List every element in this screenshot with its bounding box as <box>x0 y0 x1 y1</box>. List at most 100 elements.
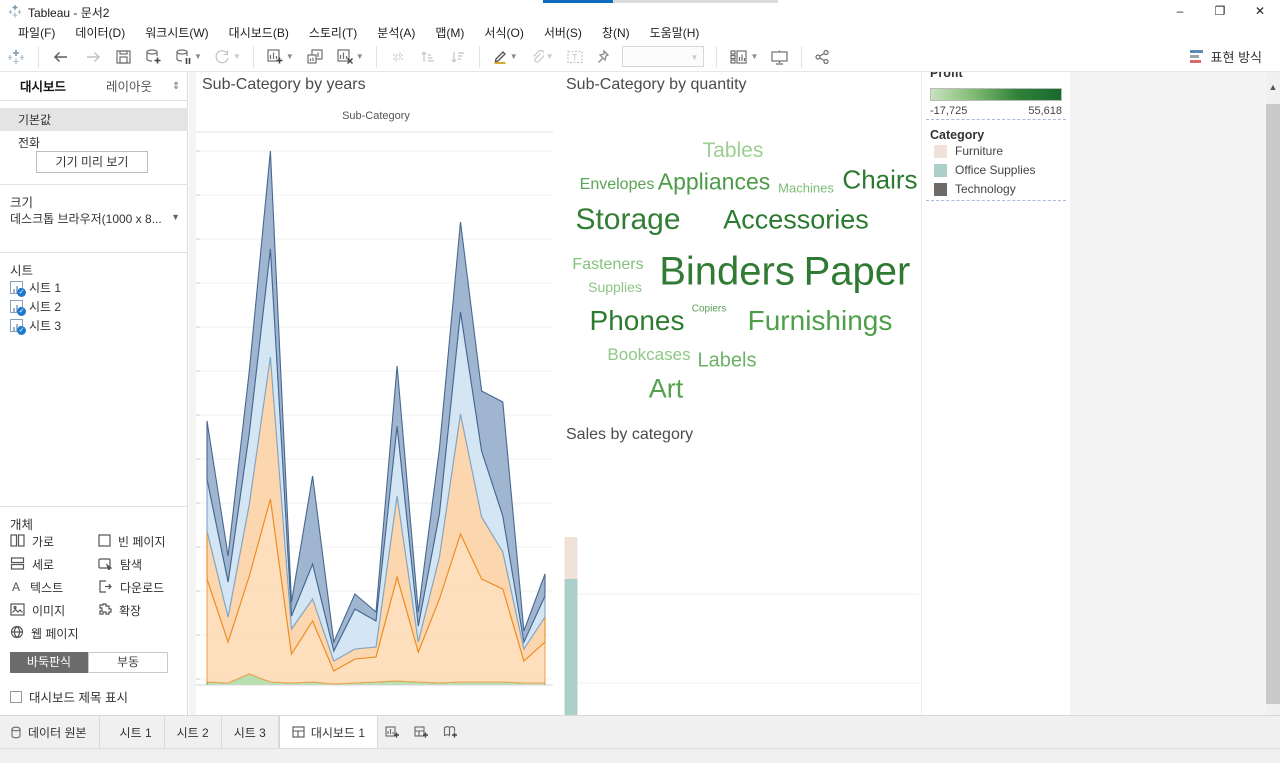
size-dropdown[interactable]: 데스크톱 브라우저(1000 x 8... ▼ <box>10 210 180 227</box>
cloud-word-phones[interactable]: Phones <box>590 305 685 337</box>
tab-dashboard[interactable]: 대시보드 <box>0 75 86 100</box>
menu-item-9[interactable]: 서버(S) <box>534 22 592 43</box>
profit-gradient-bar[interactable] <box>930 88 1062 101</box>
legend-item-office-supplies[interactable]: Office Supplies <box>934 163 1036 177</box>
clear-sheet-button[interactable]: ▼ <box>332 46 368 67</box>
tab-dashboard-1[interactable]: 대시보드 1 <box>278 716 378 748</box>
menu-item-5[interactable]: 스토리(T) <box>299 22 367 43</box>
object-item-download[interactable]: 다운로드 <box>98 579 182 596</box>
pin-button[interactable] <box>592 47 614 67</box>
show-dashboard-title-row[interactable]: 대시보드 제목 표시 <box>10 687 128 706</box>
cloud-word-copiers[interactable]: Copiers <box>692 304 726 315</box>
new-worksheet-button[interactable]: ▼ <box>262 46 298 67</box>
tab-sheet-2[interactable]: 시트 2 <box>164 716 222 748</box>
cloud-word-tables[interactable]: Tables <box>703 139 764 163</box>
cloud-word-binders[interactable]: Binders <box>659 250 795 295</box>
presentation-mode-button[interactable] <box>766 47 793 67</box>
share-button[interactable] <box>810 47 834 67</box>
forward-button[interactable] <box>79 47 107 67</box>
device-default-item[interactable]: 기본값 <box>0 108 188 131</box>
show-dashboard-title-checkbox[interactable] <box>10 690 22 703</box>
download-icon <box>98 579 113 596</box>
new-dashboard-tab-button[interactable] <box>407 716 436 748</box>
floating-button[interactable]: 부동 <box>88 652 168 673</box>
pause-updates-button[interactable]: ▼ <box>170 46 206 67</box>
sort-descending-button[interactable] <box>445 47 471 67</box>
object-item-image[interactable]: 이미지 <box>10 602 98 618</box>
chevron-down-icon: ▼ <box>545 52 554 61</box>
cloud-word-paper[interactable]: Paper <box>804 250 911 295</box>
pane-splitter[interactable] <box>189 72 196 715</box>
menu-item-2[interactable]: 데이터(D) <box>65 22 135 43</box>
legend-item-technology[interactable]: Technology <box>934 182 1016 196</box>
paperclip-button[interactable]: ▼ <box>526 47 558 67</box>
refresh-button[interactable]: ▼ <box>210 47 245 67</box>
highlight-pen-button[interactable]: ▼ <box>488 47 522 67</box>
sidebar-sheet-item-2[interactable]: ✓ 시트 2 <box>10 297 61 316</box>
fit-button[interactable]: ▼ <box>725 47 763 67</box>
object-item-vertical[interactable]: 세로 <box>10 556 98 572</box>
cloud-word-fasteners[interactable]: Fasteners <box>572 256 643 274</box>
cloud-word-furnishings[interactable]: Furnishings <box>748 305 893 337</box>
restore-button[interactable]: ❐ <box>1200 0 1240 22</box>
menu-item-7[interactable]: 맵(M) <box>425 22 474 43</box>
back-button[interactable] <box>47 47 75 67</box>
add-data-source-button[interactable] <box>140 46 166 67</box>
bar-chart-pane[interactable]: Sales by category 0447894134117882235268… <box>562 417 922 715</box>
show-me-button[interactable]: 표현 방식 <box>1189 47 1262 66</box>
object-item-blank[interactable]: 빈 페이지 <box>98 533 182 549</box>
tab-layout[interactable]: 레이아웃 <box>86 75 172 100</box>
object-item-navigation[interactable]: 탐색 <box>98 557 182 572</box>
close-button[interactable]: ✕ <box>1240 0 1280 22</box>
cloud-word-labels[interactable]: Labels <box>698 350 757 373</box>
cloud-word-supplies[interactable]: Supplies <box>588 279 642 295</box>
tab-data-source[interactable]: 데이터 원본 <box>0 716 100 748</box>
menu-item-6[interactable]: 분석(A) <box>367 22 425 43</box>
object-item-text[interactable]: A 텍스트 <box>10 580 98 596</box>
new-worksheet-tab-button[interactable] <box>378 716 407 748</box>
cloud-word-bookcases[interactable]: Bookcases <box>607 345 690 365</box>
area-chart-pane[interactable]: Sub-Category by years Sub-Category Acces… <box>196 72 556 715</box>
tab-sheet-3[interactable]: 시트 3 <box>221 716 279 748</box>
menu-item-1[interactable]: 파일(F) <box>8 22 65 43</box>
cloud-word-appliances[interactable]: Appliances <box>658 169 771 196</box>
menu-item-10[interactable]: 창(N) <box>592 22 640 43</box>
device-preview-button[interactable]: 기기 미리 보기 <box>36 151 148 173</box>
object-item-extension[interactable]: 확장 <box>98 603 182 618</box>
save-button[interactable] <box>111 47 136 67</box>
duplicate-sheet-button[interactable] <box>302 46 328 67</box>
new-story-tab-button[interactable] <box>436 716 465 748</box>
minimize-button[interactable]: – <box>1160 0 1200 22</box>
cloud-word-machines[interactable]: Machines <box>778 181 834 196</box>
menu-item-4[interactable]: 대시보드(B) <box>219 22 299 43</box>
collapse-pane-icon[interactable]: ⇕ <box>172 75 188 100</box>
vertical-scrollbar[interactable]: ▲ <box>1266 72 1280 715</box>
swap-rows-columns-button[interactable] <box>385 47 411 67</box>
scrollbar-thumb[interactable] <box>1266 104 1280 704</box>
cloud-word-envelopes[interactable]: Envelopes <box>580 176 655 194</box>
menu-item-3[interactable]: 워크시트(W) <box>135 22 218 43</box>
cloud-word-accessories[interactable]: Accessories <box>723 205 869 236</box>
word-cloud-pane[interactable]: Sub-Category by quantity Tables Envelopes… <box>562 72 922 415</box>
menu-item-8[interactable]: 서식(O) <box>474 22 533 43</box>
toolbar-combobox[interactable]: ▼ <box>621 46 704 67</box>
legend-item-furniture[interactable]: Furniture <box>934 144 1003 158</box>
sidebar-sheet-item-1[interactable]: ✓ 시트 1 <box>10 278 61 297</box>
sort-ascending-button[interactable] <box>415 47 441 67</box>
tableau-logo-button[interactable] <box>2 45 30 69</box>
cloud-word-art[interactable]: Art <box>649 374 684 405</box>
tab-sheet-1[interactable]: 시트 1 <box>107 716 165 748</box>
area-chart[interactable] <box>196 72 556 688</box>
scroll-up-icon[interactable]: ▲ <box>1266 72 1280 102</box>
cloud-word-storage[interactable]: Storage <box>575 203 680 237</box>
bar-furniture[interactable] <box>564 537 578 579</box>
tiled-button[interactable]: 바둑판식 <box>10 652 88 673</box>
sidebar-sheet-item-3[interactable]: ✓ 시트 3 <box>10 316 61 335</box>
menu-item-11[interactable]: 도움말(H) <box>640 22 710 43</box>
bar-chart[interactable] <box>562 444 922 715</box>
label-marks-button[interactable]: T <box>562 47 588 67</box>
bar-office-supplies[interactable] <box>564 579 578 715</box>
cloud-word-chairs[interactable]: Chairs <box>842 165 917 196</box>
object-item-horizontal[interactable]: 가로 <box>10 533 98 549</box>
object-item-webpage[interactable]: 웹 페이지 <box>10 625 98 641</box>
